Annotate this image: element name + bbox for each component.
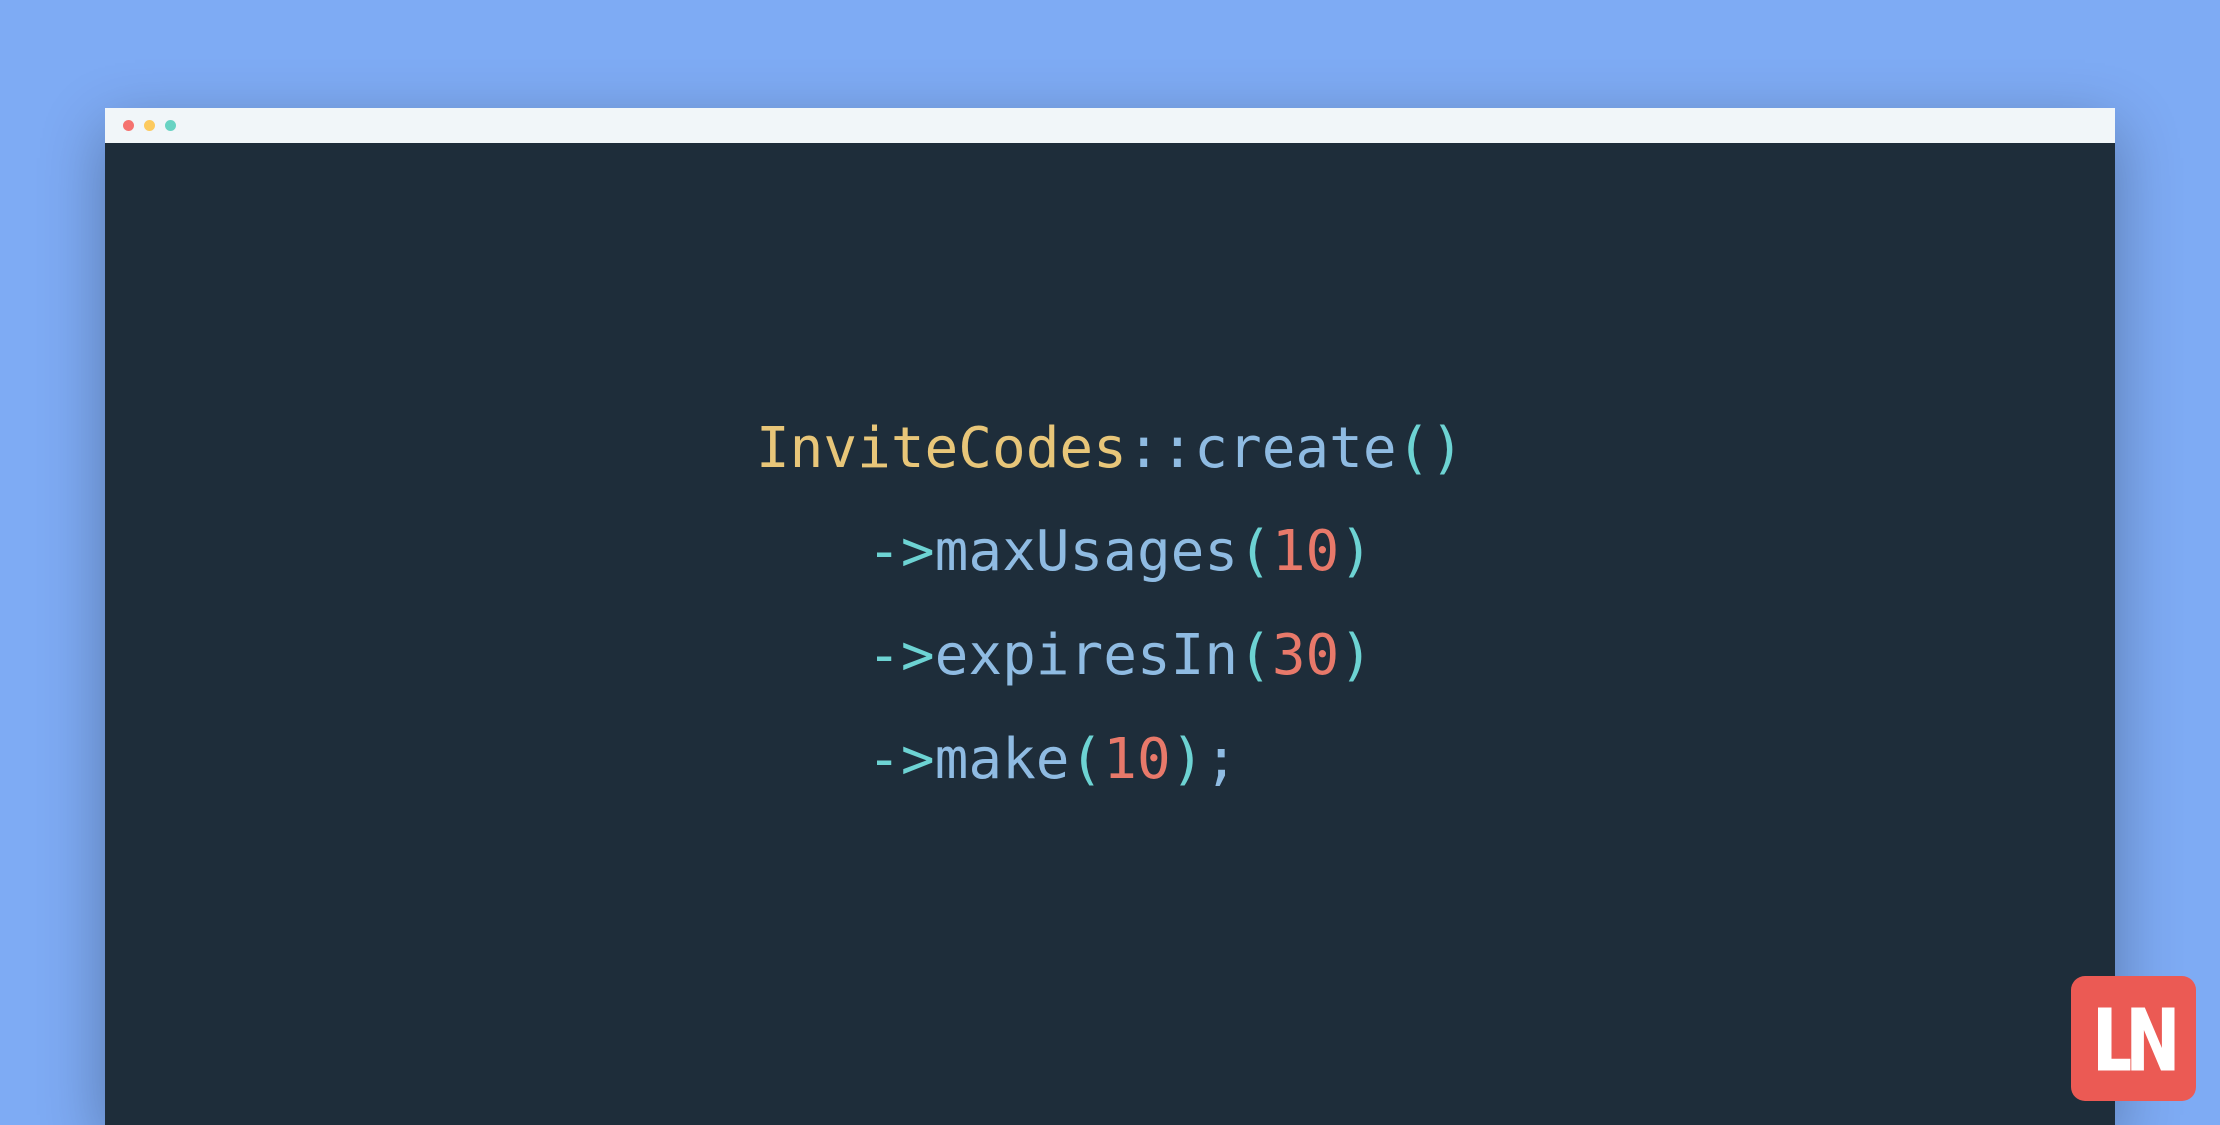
token-arrow: ->: [867, 623, 934, 688]
token-number: 30: [1272, 623, 1339, 688]
token-scope: ::: [1127, 416, 1194, 481]
token-number: 10: [1272, 519, 1339, 584]
window-titlebar: [105, 108, 2115, 143]
token-class: InviteCodes: [756, 416, 1127, 481]
token-arrow: ->: [867, 519, 934, 584]
close-icon[interactable]: [123, 120, 134, 131]
token-paren: ): [1430, 416, 1464, 481]
maximize-icon[interactable]: [165, 120, 176, 131]
token-method: maxUsages: [935, 519, 1238, 584]
editor-window: InviteCodes::create() ->maxUsages(10) ->…: [105, 108, 2115, 1125]
token-arrow: ->: [867, 727, 934, 792]
token-paren: (: [1238, 519, 1272, 584]
ln-logo: [2071, 976, 2196, 1101]
token-method: expiresIn: [935, 623, 1238, 688]
code-line-4: ->make(10);: [756, 708, 1464, 812]
token-method: create: [1194, 416, 1396, 481]
code-line-1: InviteCodes::create(): [756, 397, 1464, 501]
token-paren: ): [1339, 519, 1373, 584]
token-paren: (: [1238, 623, 1272, 688]
code-block: InviteCodes::create() ->maxUsages(10) ->…: [756, 397, 1464, 811]
code-line-3: ->expiresIn(30): [756, 604, 1464, 708]
token-paren: (: [1397, 416, 1431, 481]
token-paren: ): [1171, 727, 1205, 792]
token-paren: (: [1070, 727, 1104, 792]
token-semi: ;: [1204, 727, 1238, 792]
ln-logo-icon: [2089, 994, 2179, 1084]
code-line-2: ->maxUsages(10): [756, 500, 1464, 604]
minimize-icon[interactable]: [144, 120, 155, 131]
code-editor: InviteCodes::create() ->maxUsages(10) ->…: [105, 143, 2115, 1125]
token-number: 10: [1103, 727, 1170, 792]
token-paren: ): [1339, 623, 1373, 688]
token-method: make: [935, 727, 1070, 792]
